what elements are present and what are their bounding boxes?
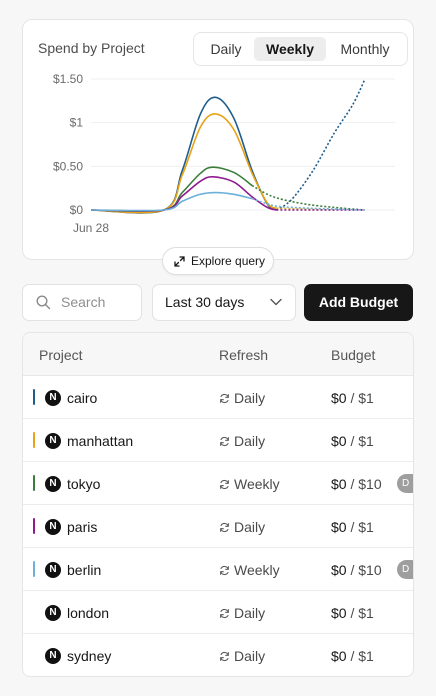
refresh-cell: Daily — [219, 648, 265, 664]
refresh-icon — [220, 393, 229, 403]
budget-table: Project Refresh Budget Ncairo Daily $0 /… — [22, 332, 414, 677]
project-color-stripe — [33, 432, 35, 448]
project-color-stripe — [33, 561, 35, 577]
header-refresh: Refresh — [219, 347, 269, 363]
budget-limit: / $1 — [350, 519, 374, 535]
table-row[interactable]: Nsydney Daily $0 / $1 — [23, 634, 413, 676]
table-row[interactable]: Nparis Daily $0 / $1 — [23, 505, 413, 548]
refresh-cell: Daily — [219, 519, 265, 535]
project-name: manhattan — [67, 433, 134, 449]
budget-limit: / $1 — [350, 390, 374, 406]
search-input[interactable] — [61, 294, 137, 310]
explore-query-button[interactable]: Explore query — [162, 247, 274, 275]
budget-limit: / $1 — [350, 605, 374, 621]
budget-cell: $0 / $1 — [331, 390, 374, 406]
series-projection-line — [275, 79, 366, 211]
budget-limit: / $1 — [350, 648, 374, 664]
project-avatar: N — [45, 390, 61, 406]
refresh-cell: Daily — [219, 433, 265, 449]
budget-spent: $0 — [331, 605, 347, 621]
date-range-select[interactable]: Last 30 days — [152, 284, 296, 321]
search-field — [22, 284, 142, 321]
budget-limit: / $10 — [350, 476, 382, 492]
tab-weekly[interactable]: Weekly — [254, 37, 326, 61]
y-tick-label: $0.50 — [53, 159, 83, 173]
project-name: sydney — [67, 648, 112, 664]
project-avatar: N — [45, 519, 61, 535]
project-name: berlin — [67, 562, 102, 578]
project-avatar: N — [45, 562, 61, 578]
budget-status-pill[interactable]: D — [397, 560, 413, 579]
refresh-label: Daily — [234, 648, 266, 664]
header-budget: Budget — [331, 347, 376, 363]
refresh-icon — [220, 522, 229, 532]
refresh-icon — [220, 479, 229, 489]
period-toggle: Daily Weekly Monthly — [193, 32, 408, 66]
project-avatar: N — [45, 433, 61, 449]
refresh-label: Weekly — [234, 476, 280, 492]
chevron-down-icon — [270, 298, 282, 306]
budget-spent: $0 — [331, 519, 347, 535]
spend-chart-card: $1.50 $1 $0.50 $0 Jun 28 Spend by Project Da… — [22, 19, 414, 260]
refresh-label: Daily — [234, 433, 266, 449]
tab-daily[interactable]: Daily — [200, 37, 252, 61]
project-name: cairo — [67, 390, 98, 406]
x-tick-label: Jun 28 — [73, 221, 109, 235]
table-header: Project Refresh Budget — [23, 333, 413, 376]
header-project: Project — [39, 347, 83, 363]
project-name: london — [67, 605, 110, 621]
project-avatar: N — [45, 476, 61, 492]
add-budget-button[interactable]: Add Budget — [304, 284, 413, 321]
budget-cell: $0 / $1 — [331, 605, 374, 621]
project-name: tokyo — [67, 476, 101, 492]
budget-cell: $0 / $10 — [331, 476, 382, 492]
table-row[interactable]: Nmanhattan Daily $0 / $1 — [23, 419, 413, 462]
series-line — [90, 191, 253, 212]
budget-status-pill[interactable]: D — [397, 474, 413, 493]
budget-spent: $0 — [331, 390, 347, 406]
project-avatar: N — [45, 605, 61, 621]
table-row[interactable]: Ncairo Daily $0 / $1 — [23, 376, 413, 419]
refresh-icon — [220, 608, 229, 618]
refresh-cell: Daily — [219, 605, 265, 621]
project-color-stripe — [33, 475, 35, 491]
budget-cell: $0 / $1 — [331, 519, 374, 535]
refresh-cell: Daily — [219, 390, 265, 406]
refresh-icon — [220, 436, 229, 446]
table-row[interactable]: Nlondon Daily $0 / $1 — [23, 591, 413, 634]
budget-spent: $0 — [331, 476, 347, 492]
refresh-cell: Weekly — [219, 562, 280, 578]
budget-spent: $0 — [331, 433, 347, 449]
refresh-label: Daily — [234, 605, 266, 621]
search-icon — [36, 295, 51, 310]
budget-spent: $0 — [331, 648, 347, 664]
budget-cell: $0 / $1 — [331, 648, 374, 664]
budget-limit: / $10 — [350, 562, 382, 578]
refresh-label: Daily — [234, 519, 266, 535]
project-color-stripe — [33, 389, 35, 405]
budget-spent: $0 — [331, 562, 347, 578]
table-row[interactable]: Ntokyo Weekly $0 / $10 D — [23, 462, 413, 505]
date-range-label: Last 30 days — [165, 294, 245, 310]
tab-monthly[interactable]: Monthly — [328, 37, 402, 61]
y-tick-label: $1 — [70, 116, 84, 130]
project-avatar: N — [45, 648, 61, 664]
chart-title: Spend by Project — [38, 40, 145, 56]
budget-cell: $0 / $1 — [331, 433, 374, 449]
refresh-icon — [220, 651, 229, 661]
y-tick-label: $1.50 — [53, 72, 83, 86]
table-row[interactable]: Nberlin Weekly $0 / $10 D — [23, 548, 413, 591]
y-tick-label: $0 — [70, 203, 84, 217]
budget-limit: / $1 — [350, 433, 374, 449]
refresh-cell: Weekly — [219, 476, 280, 492]
refresh-label: Weekly — [234, 562, 280, 578]
expand-icon — [174, 255, 185, 267]
refresh-icon — [220, 565, 229, 575]
project-name: paris — [67, 519, 98, 535]
project-color-stripe — [33, 518, 35, 534]
explore-query-label: Explore query — [191, 254, 266, 268]
budget-cell: $0 / $10 — [331, 562, 382, 578]
refresh-label: Daily — [234, 390, 266, 406]
